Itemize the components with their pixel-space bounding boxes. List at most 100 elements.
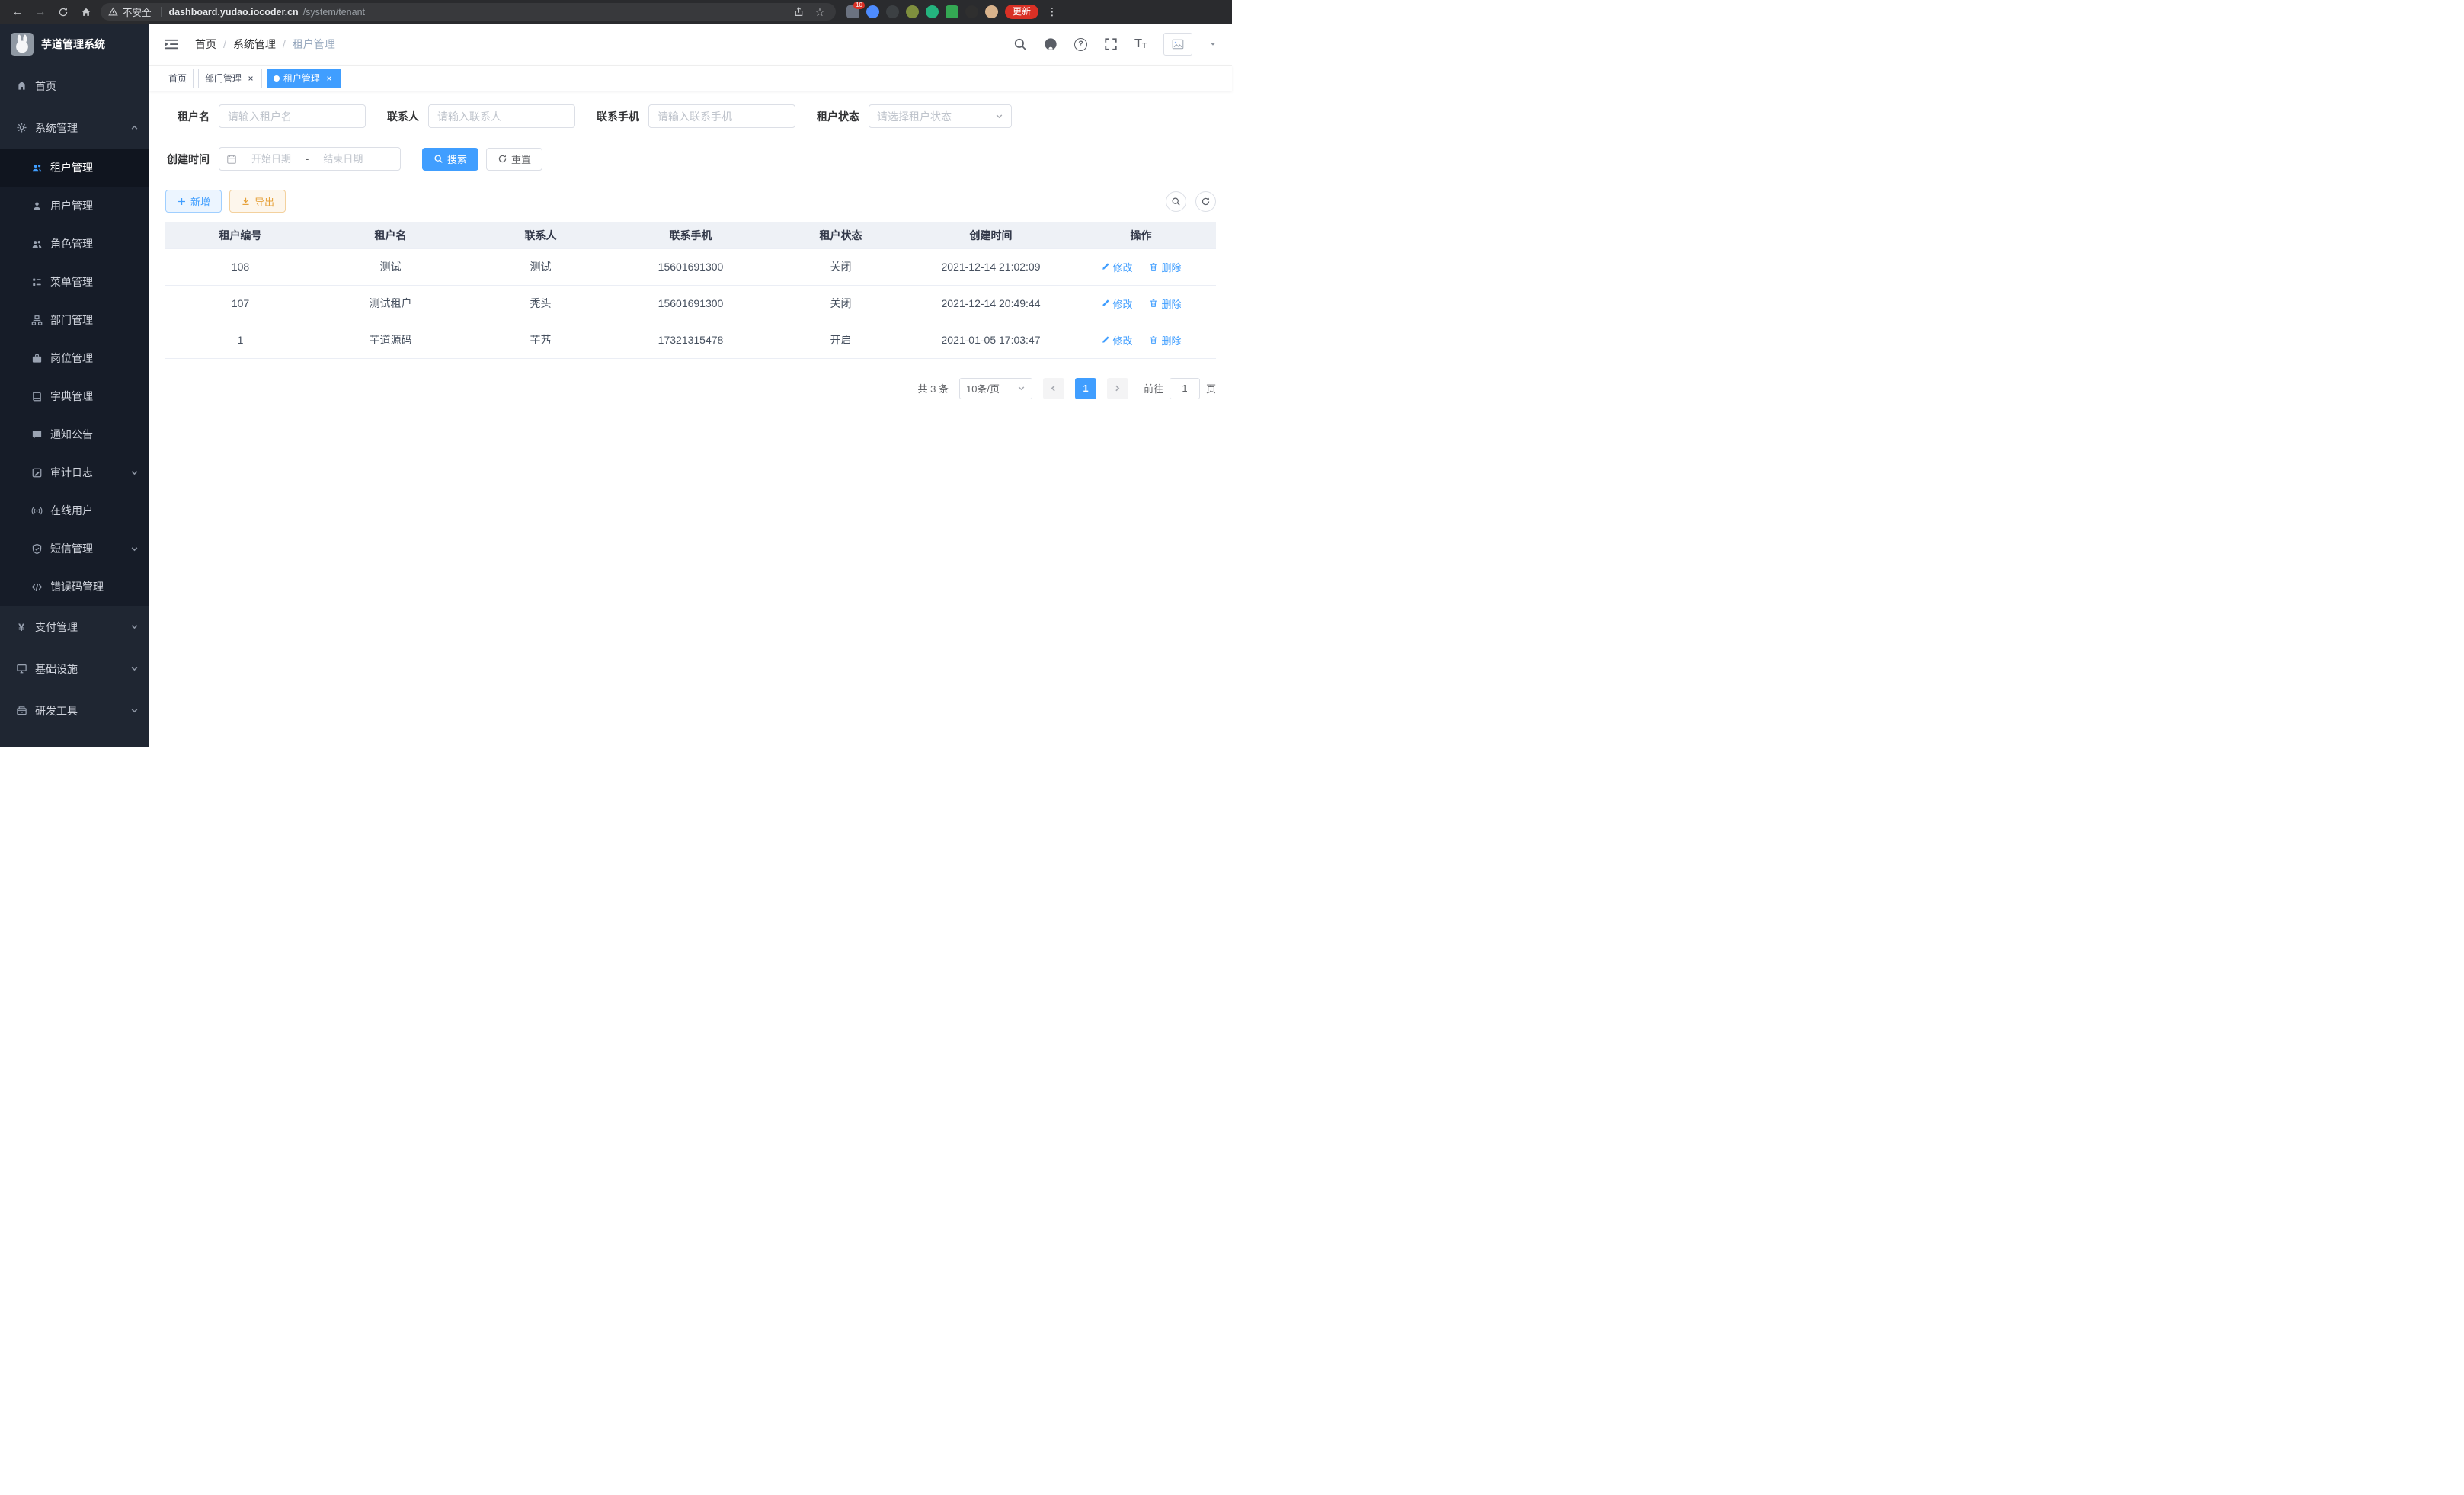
address-bar[interactable]: 不安全 dashboard.yudao.iocoder.cn /system/t… [101, 3, 836, 21]
table-row: 108 测试 测试 15601691300 关闭 2021-12-14 21:0… [165, 248, 1216, 285]
date-start-input[interactable] [242, 153, 301, 165]
close-icon[interactable] [324, 73, 334, 83]
tab-home[interactable]: 首页 [162, 69, 194, 88]
infra-icon [15, 663, 27, 675]
button-label: 重置 [511, 152, 531, 166]
security-label[interactable]: 不安全 [123, 5, 152, 19]
notice-icon [30, 428, 43, 440]
extension-icon-7[interactable] [965, 5, 978, 18]
tenant-name-input[interactable] [219, 104, 366, 128]
extension-icon-5[interactable] [926, 5, 939, 18]
export-button[interactable]: 导出 [229, 190, 286, 213]
sidebar-item-role[interactable]: 角色管理 [0, 225, 149, 263]
chrome-update-button[interactable]: 更新 [1005, 5, 1038, 19]
sidebar-item-user[interactable]: 用户管理 [0, 187, 149, 225]
browser-reload-icon[interactable] [55, 4, 72, 21]
sidebar-item-menu-mgmt[interactable]: 菜单管理 [0, 263, 149, 301]
extension-icon-2[interactable] [866, 5, 879, 18]
delete-button[interactable]: 删除 [1149, 260, 1181, 274]
sidebar-item-dict[interactable]: 字典管理 [0, 377, 149, 415]
sidebar-item-infra[interactable]: 基础设施 [0, 648, 149, 690]
sidebar-item-system[interactable]: 系统管理 [0, 107, 149, 149]
sidebar-fold-icon[interactable] [165, 37, 178, 51]
extension-icon-1[interactable]: 10 [846, 5, 859, 18]
sidebar-item-errcode[interactable]: 错误码管理 [0, 568, 149, 606]
github-icon[interactable] [1044, 37, 1058, 51]
delete-button[interactable]: 删除 [1149, 296, 1181, 311]
sidebar-item-home[interactable]: 首页 [0, 65, 149, 107]
status-select[interactable]: 请选择租户状态 [869, 104, 1012, 128]
help-icon[interactable]: ? [1074, 38, 1087, 51]
browser-home-icon[interactable] [78, 4, 94, 21]
user-avatar[interactable] [1163, 33, 1192, 56]
sidebar-item-label: 字典管理 [50, 389, 139, 404]
search-icon[interactable] [1013, 37, 1027, 51]
sidebar-item-label: 错误码管理 [50, 579, 139, 594]
edit-button[interactable]: 修改 [1101, 333, 1133, 347]
search-button[interactable]: 搜索 [422, 148, 478, 171]
sidebar-item-audit-log[interactable]: 审计日志 [0, 453, 149, 491]
reset-button[interactable]: 重置 [486, 148, 542, 171]
browser-back-icon[interactable]: ← [9, 4, 26, 21]
table-header-row: 租户编号 租户名 联系人 联系手机 租户状态 创建时间 操作 [165, 222, 1216, 248]
page-size-value: 10条/页 [966, 381, 1000, 395]
cell-phone: 15601691300 [616, 248, 766, 285]
sidebar-item-sms[interactable]: 短信管理 [0, 530, 149, 568]
sidebar-item-label: 基础设施 [35, 661, 130, 677]
fullscreen-icon[interactable] [1104, 37, 1118, 51]
close-icon[interactable] [245, 73, 255, 83]
page-number-1[interactable]: 1 [1075, 378, 1096, 399]
extension-icon-4[interactable] [906, 5, 919, 18]
contact-input[interactable] [428, 104, 575, 128]
add-button[interactable]: 新增 [165, 190, 222, 213]
tab-tenant[interactable]: 租户管理 [267, 69, 341, 88]
logo-image [11, 33, 34, 56]
date-range-picker[interactable]: - [219, 147, 401, 171]
page-size-select[interactable]: 10条/页 [959, 378, 1032, 399]
tab-dept[interactable]: 部门管理 [198, 69, 262, 88]
sidebar-item-label: 审计日志 [50, 465, 130, 480]
cell-status: 关闭 [766, 248, 916, 285]
pagination-total: 共 3 条 [918, 381, 949, 395]
edit-button[interactable]: 修改 [1101, 296, 1133, 311]
sidebar-item-post[interactable]: 岗位管理 [0, 339, 149, 377]
active-dot [274, 75, 280, 82]
field-label: 联系手机 [597, 109, 639, 124]
browser-profile-avatar[interactable] [985, 5, 998, 18]
extension-icon-3[interactable] [886, 5, 899, 18]
next-page-button[interactable] [1107, 378, 1128, 399]
sidebar-item-notice[interactable]: 通知公告 [0, 415, 149, 453]
cell-name: 芋道源码 [315, 322, 466, 358]
sidebar-item-label: 在线用户 [50, 503, 139, 518]
bookmark-star-icon[interactable]: ☆ [811, 4, 828, 21]
refresh-button[interactable] [1195, 191, 1216, 212]
date-end-input[interactable] [313, 153, 373, 165]
caret-down-icon[interactable] [1209, 40, 1217, 48]
delete-button[interactable]: 删除 [1149, 333, 1181, 347]
search-toggle-button[interactable] [1166, 191, 1186, 212]
sidebar-item-tenant[interactable]: 租户管理 [0, 149, 149, 187]
col-ops: 操作 [1066, 222, 1216, 248]
sidebar-item-payment[interactable]: ¥ 支付管理 [0, 606, 149, 648]
sidebar-item-online-users[interactable]: 在线用户 [0, 491, 149, 530]
browser-menu-icon[interactable]: ⋮ [1045, 5, 1059, 18]
goto-page-input[interactable] [1170, 378, 1200, 399]
breadcrumb-system[interactable]: 系统管理 [233, 37, 276, 52]
sidebar-item-label: 岗位管理 [50, 351, 139, 366]
edit-button[interactable]: 修改 [1101, 260, 1133, 274]
sidebar-item-dept[interactable]: 部门管理 [0, 301, 149, 339]
browser-forward-icon[interactable]: → [32, 4, 49, 21]
sidebar-item-label: 支付管理 [35, 619, 130, 635]
prev-page-button[interactable] [1043, 378, 1064, 399]
sidebar-item-devtools[interactable]: 研发工具 [0, 690, 149, 731]
user-icon [30, 200, 43, 212]
share-icon[interactable] [790, 4, 807, 21]
breadcrumb-home[interactable]: 首页 [195, 37, 216, 52]
calendar-icon [226, 154, 237, 165]
yen-icon: ¥ [15, 621, 27, 633]
filter-phone: 联系手机 [597, 104, 795, 128]
font-size-icon[interactable]: TT [1134, 38, 1147, 50]
phone-input[interactable] [648, 104, 795, 128]
extension-icon-6[interactable] [946, 5, 958, 18]
app-logo[interactable]: 芋道管理系统 [0, 24, 149, 65]
